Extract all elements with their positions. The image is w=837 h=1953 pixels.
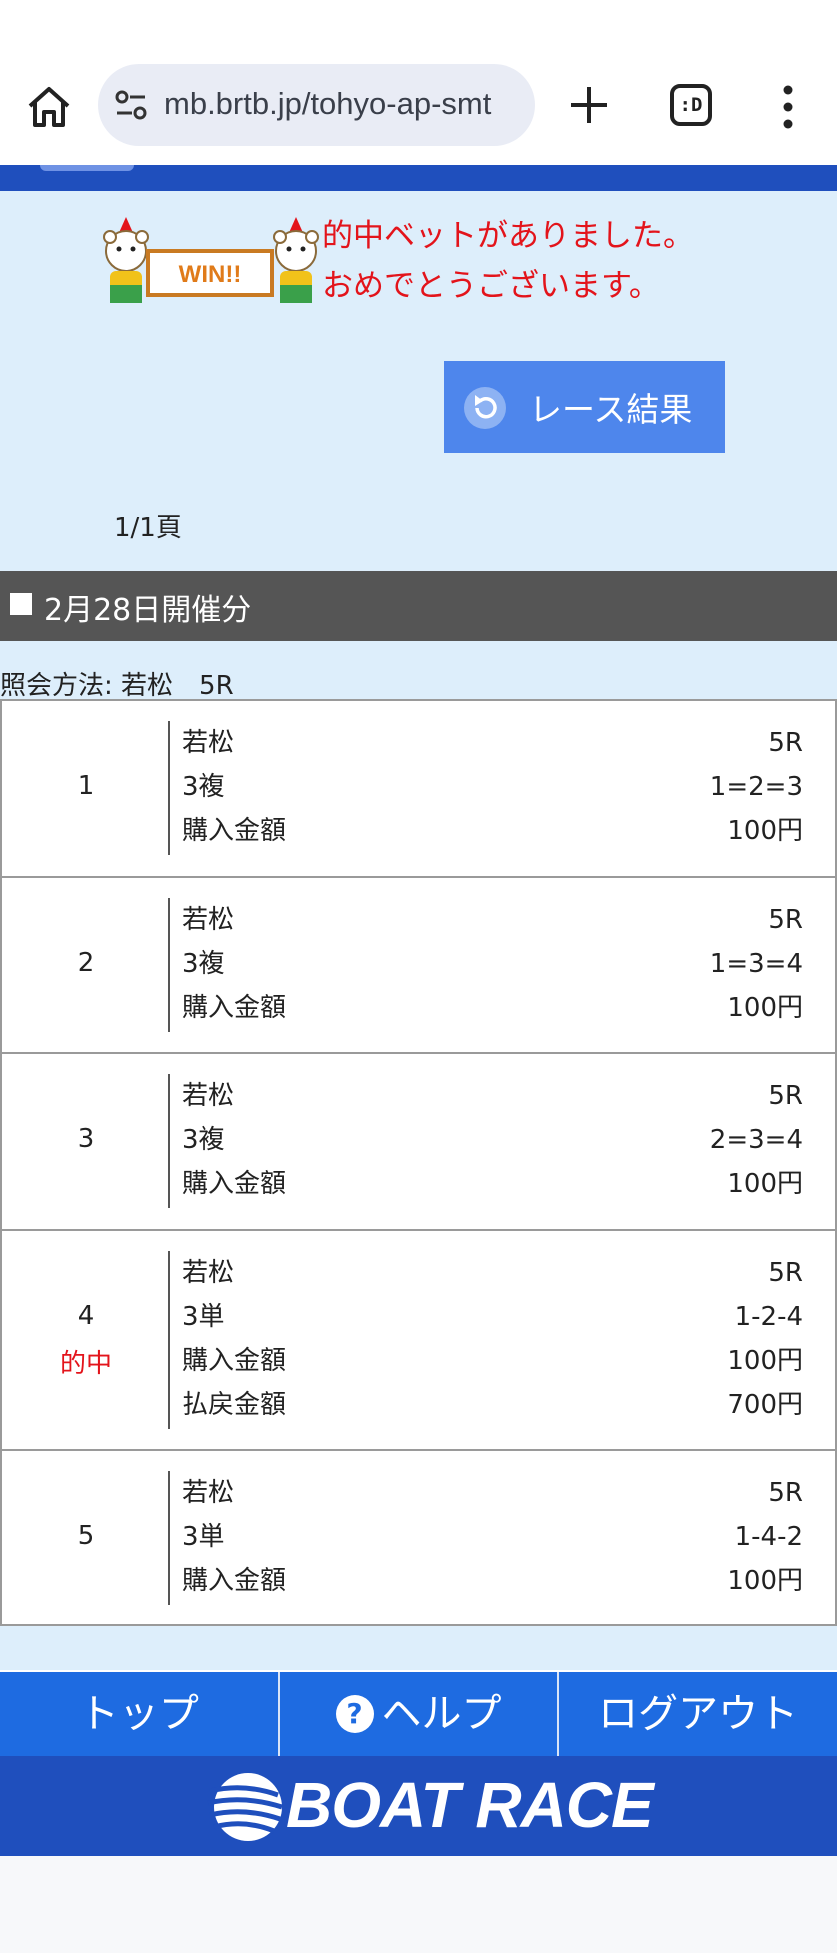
detail-venue: 若松 5R <box>182 728 803 758</box>
win-sign-text: WIN!! <box>179 261 242 288</box>
bottom-navigation: トップ ? ヘルプ ログアウト <box>0 1670 837 1756</box>
new-tab-icon[interactable] <box>566 82 612 128</box>
bet-row: 1 若松 5R 3複 1=2=3 購入金額 100円 <box>2 701 835 876</box>
win-message-line2: おめでとうございます。 <box>322 268 660 304</box>
boat-race-logo-icon <box>207 1773 283 1841</box>
divider <box>168 1251 170 1429</box>
nav-top-label: トップ <box>78 1691 199 1737</box>
hit-badge: 的中 <box>59 1349 112 1379</box>
site-info-icon[interactable] <box>114 88 148 122</box>
divider <box>168 1074 170 1208</box>
detail-amount: 購入金額 100円 <box>182 1346 803 1376</box>
bet-number: 3 <box>77 1124 95 1154</box>
site-header-strip <box>0 165 837 191</box>
divider <box>168 898 170 1032</box>
detail-bet-type: 3複 2=3=4 <box>182 1125 803 1155</box>
bet-details: 若松 5R 3単 1-4-2 購入金額 100円 <box>182 1471 803 1603</box>
bet-row: 3 若松 5R 3複 2=3=4 購入金額 100円 <box>2 1052 835 1229</box>
help-icon: ? <box>335 1695 374 1733</box>
browser-toolbar: mb.brtb.jp/tohyo-ap-smt :D <box>0 0 837 165</box>
bet-number: 1 <box>77 771 95 801</box>
bet-row: 2 若松 5R 3複 1=3=4 購入金額 100円 <box>2 876 835 1052</box>
date-section-header: 2月28日開催分 <box>0 571 837 641</box>
query-method: 照会方法: 若松 5R <box>0 671 234 701</box>
home-icon[interactable] <box>24 82 74 132</box>
nav-help-label: ヘルプ <box>381 1691 502 1737</box>
bet-details: 若松 5R 3複 1=2=3 購入金額 100円 <box>182 721 803 853</box>
bet-row: 5 若松 5R 3単 1-4-2 購入金額 100円 <box>2 1449 835 1624</box>
divider <box>168 721 170 855</box>
square-bullet-icon <box>10 593 32 615</box>
nav-logout-button[interactable]: ログアウト <box>559 1672 837 1756</box>
win-message: 的中ベットがありました。 おめでとうございます。 <box>322 211 694 311</box>
bet-row-hit: 4 的中 若松 5R 3単 1-2-4 購入金額 100円 払戻金額 700円 <box>2 1229 835 1449</box>
nav-top-button[interactable]: トップ <box>0 1672 280 1756</box>
divider <box>168 1471 170 1605</box>
detail-venue: 若松 5R <box>182 1478 803 1508</box>
bet-number: 4 的中 <box>2 1301 170 1380</box>
nav-logout-label: ログアウト <box>598 1691 799 1737</box>
bet-details: 若松 5R 3複 1=3=4 購入金額 100円 <box>182 898 803 1030</box>
bet-details: 若松 5R 3単 1-2-4 購入金額 100円 払戻金額 700円 <box>182 1251 803 1427</box>
race-result-label: レース結果 <box>529 390 693 429</box>
nav-help-button[interactable]: ? ヘルプ <box>280 1672 560 1756</box>
detail-venue: 若松 5R <box>182 1258 803 1288</box>
detail-amount: 購入金額 100円 <box>182 1566 803 1596</box>
win-message-line1: 的中ベットがありました。 <box>322 218 694 254</box>
bet-list: 1 若松 5R 3複 1=2=3 購入金額 100円 2 若松 5R 3複 1=3=4 購… <box>0 699 837 1626</box>
return-arrow-icon <box>464 387 506 429</box>
detail-bet-type: 3複 1=2=3 <box>182 772 803 802</box>
detail-venue: 若松 5R <box>182 1081 803 1111</box>
page-bottom-blank <box>0 1856 837 1953</box>
bet-number: 2 <box>77 948 95 978</box>
more-menu-icon[interactable] <box>770 82 806 132</box>
detail-bet-type: 3単 1-2-4 <box>182 1302 803 1332</box>
bet-number: 5 <box>77 1521 95 1551</box>
date-header-text: 2月28日開催分 <box>44 593 252 628</box>
bet-details: 若松 5R 3複 2=3=4 購入金額 100円 <box>182 1074 803 1206</box>
page-indicator: 1/1頁 <box>114 513 182 543</box>
detail-bet-type: 3単 1-4-2 <box>182 1522 803 1552</box>
address-bar[interactable]: mb.brtb.jp/tohyo-ap-smt <box>98 64 535 146</box>
detail-payout: 払戻金額 700円 <box>182 1390 803 1420</box>
race-result-button[interactable]: レース結果 <box>444 361 725 453</box>
detail-amount: 購入金額 100円 <box>182 1169 803 1199</box>
footer-logo-bar: BOAT RACE <box>0 1756 837 1856</box>
detail-bet-type: 3複 1=3=4 <box>182 949 803 979</box>
url-text[interactable]: mb.brtb.jp/tohyo-ap-smt <box>164 86 491 122</box>
main-content: WIN!! 的中ベットがありました。 おめでとうございます。 レース結果 1/1… <box>0 191 837 1671</box>
header-tab-stub[interactable] <box>40 165 134 171</box>
detail-amount: 購入金額 100円 <box>182 816 803 846</box>
boat-race-logo-text: BOAT RACE <box>286 1769 654 1841</box>
win-mascot-banner: WIN!! <box>103 217 319 303</box>
detail-amount: 購入金額 100円 <box>182 993 803 1023</box>
tab-switcher-icon[interactable]: :D <box>670 84 712 126</box>
detail-venue: 若松 5R <box>182 905 803 935</box>
